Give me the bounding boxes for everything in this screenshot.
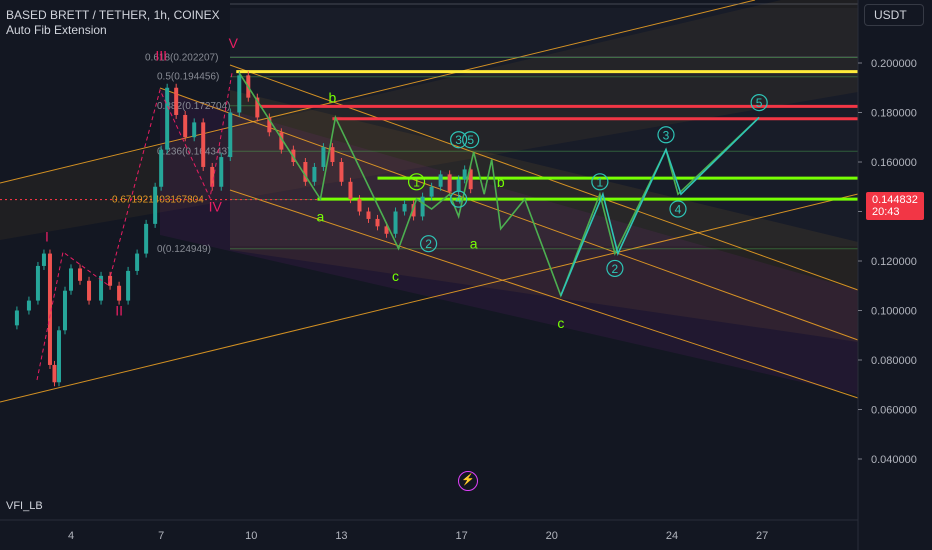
candle-body xyxy=(330,147,335,162)
vfi-indicator-label[interactable]: VFI_LB xyxy=(6,500,43,512)
chart-screen: 0.618(0.202207) 0.5(0.194456) 0.382(0.1727… xyxy=(0,0,932,550)
candle-body xyxy=(348,181,353,200)
candle-body xyxy=(366,211,371,219)
wave-label: 3 xyxy=(663,128,670,142)
wave-label: 5 xyxy=(467,133,474,147)
x-tick-label: 17 xyxy=(456,530,468,542)
candle-body xyxy=(174,87,179,115)
wave-label: 4 xyxy=(455,193,462,207)
candle-body xyxy=(393,211,398,234)
lightning-icon[interactable]: ⚡ xyxy=(458,471,478,491)
wave-label: b xyxy=(329,90,337,106)
x-tick-label: 7 xyxy=(158,530,164,542)
candle-body xyxy=(420,196,425,217)
candle-body xyxy=(228,112,233,158)
candle-body xyxy=(62,290,67,331)
wave-label: 1 xyxy=(413,175,420,189)
wave-label: b xyxy=(497,174,505,190)
fib-level-label: 0.671921403167804 xyxy=(112,195,204,206)
candle-body xyxy=(41,253,46,266)
candle-body xyxy=(192,122,197,138)
candle-body xyxy=(438,174,443,187)
y-tick-label: 0.040000 xyxy=(871,454,917,466)
candle-body xyxy=(165,87,170,150)
candle-body xyxy=(219,157,224,187)
last-price-tag: 0.144832 20:43 xyxy=(866,192,924,220)
candle-body xyxy=(87,280,92,301)
y-tick-label: 0.200000 xyxy=(871,58,917,70)
candle-body xyxy=(52,364,57,383)
candle-body xyxy=(462,169,467,180)
candle-body xyxy=(144,223,149,254)
candle-body xyxy=(237,75,242,113)
wave-label: c xyxy=(557,315,564,331)
price-chart[interactable]: 0.618(0.202207)0.5(0.194456)0.382(0.1727… xyxy=(0,0,932,550)
wave-label: c xyxy=(392,268,399,284)
wave-label: 2 xyxy=(425,237,432,251)
wave-label: 5 xyxy=(756,96,763,110)
y-tick-label: 0.180000 xyxy=(871,108,917,120)
y-tick-label: 0.080000 xyxy=(871,355,917,367)
candle-body xyxy=(429,186,434,197)
wave-label: a xyxy=(470,236,478,252)
candle-body xyxy=(117,285,122,301)
candle-body xyxy=(14,310,19,326)
candle-body xyxy=(201,122,206,167)
candle-body xyxy=(402,204,407,212)
price-scale-panel xyxy=(858,0,932,550)
candle-body xyxy=(35,265,40,301)
fib-level-label: 0.5(0.194456) xyxy=(157,72,219,83)
candle-body xyxy=(159,149,164,187)
candle-body xyxy=(375,218,380,227)
candle-body xyxy=(321,147,326,167)
candle-body xyxy=(69,268,73,291)
candle-body xyxy=(78,268,83,281)
x-tick-label: 4 xyxy=(68,530,74,542)
y-tick-label: 0.100000 xyxy=(871,306,917,318)
x-tick-label: 20 xyxy=(546,530,558,542)
wave-label: I xyxy=(45,228,49,244)
symbol-title[interactable]: BASED BRETT / TETHER, 1h, COINEX xyxy=(6,8,220,22)
candle-body xyxy=(183,114,188,138)
wave-label: V xyxy=(229,35,239,51)
candle-body xyxy=(26,300,31,311)
candle-body xyxy=(153,186,158,224)
wave-label: a xyxy=(317,208,325,224)
y-tick-label: 0.160000 xyxy=(871,157,917,169)
fib-level-label: 0(0.124949) xyxy=(157,244,211,255)
candle-body xyxy=(135,253,140,271)
indicator-name[interactable]: Auto Fib Extension xyxy=(6,23,107,37)
wave-label: 3 xyxy=(455,133,462,147)
wave-label: 4 xyxy=(675,203,682,217)
wave-label: IV xyxy=(209,199,223,215)
candle-body xyxy=(456,179,461,192)
x-tick-label: 13 xyxy=(335,530,347,542)
candle-body xyxy=(56,330,61,383)
candle-body xyxy=(126,270,131,301)
x-tick-label: 27 xyxy=(756,530,768,542)
wave-label: II xyxy=(115,303,123,319)
wave-label: 2 xyxy=(612,262,619,276)
candle-body xyxy=(339,162,344,182)
wave-label: III xyxy=(155,48,167,64)
y-tick-label: 0.060000 xyxy=(871,405,917,417)
last-price-value: 0.144832 xyxy=(872,194,918,206)
x-tick-label: 10 xyxy=(245,530,257,542)
candle-body xyxy=(357,199,362,212)
candle-body xyxy=(312,166,317,182)
wave-label: 1 xyxy=(597,175,604,189)
y-tick-label: 0.120000 xyxy=(871,256,917,268)
currency-button[interactable]: USDT xyxy=(864,4,924,26)
candle-body xyxy=(447,174,452,192)
x-tick-label: 24 xyxy=(666,530,678,542)
bar-countdown: 20:43 xyxy=(872,206,900,218)
